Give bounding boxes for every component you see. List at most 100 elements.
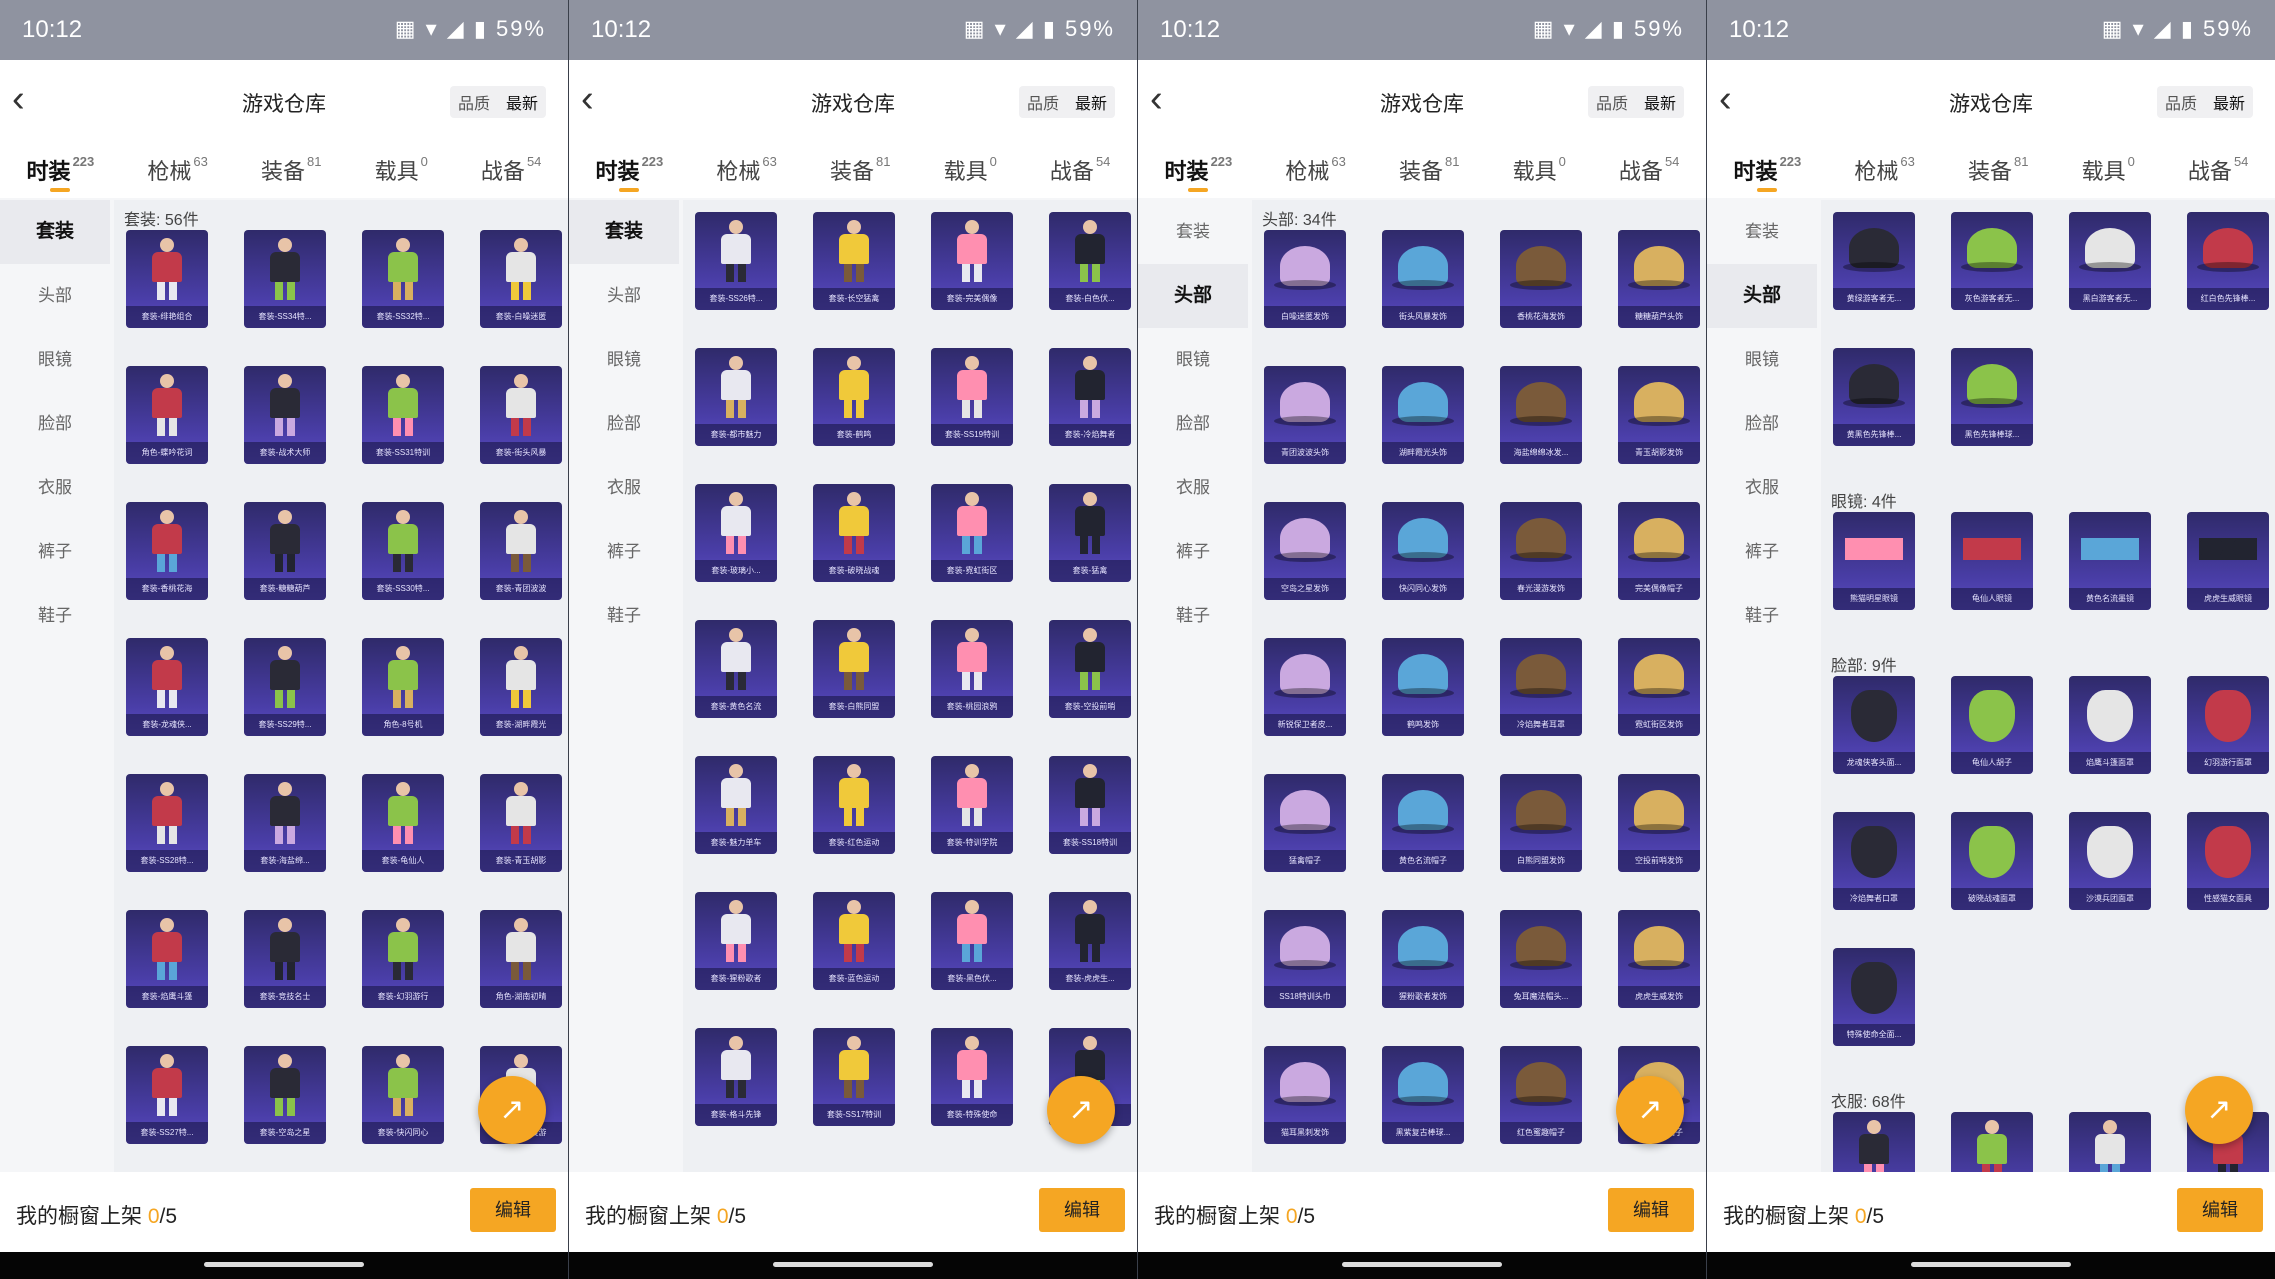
- sort-latest-button[interactable]: 最新: [2205, 86, 2253, 118]
- inventory-item[interactable]: 套装-桃园浪鸦: [931, 620, 1013, 718]
- inventory-item[interactable]: 黄色名流帽子: [1382, 774, 1464, 872]
- inventory-item[interactable]: 破晓战魂面罩: [1951, 812, 2033, 910]
- sort-latest-button[interactable]: 最新: [498, 86, 546, 118]
- inventory-item[interactable]: 套装-SS34特...: [244, 230, 326, 328]
- inventory-item[interactable]: 套装-绯艳组合: [126, 230, 208, 328]
- inventory-item[interactable]: 套装-长空猛禽: [813, 212, 895, 310]
- sidebar-item-5[interactable]: 裤子: [0, 520, 110, 584]
- inventory-item[interactable]: 霓虹街区发饰: [1618, 638, 1700, 736]
- sidebar-item-1[interactable]: 头部: [569, 264, 679, 328]
- inventory-item[interactable]: 套装-SS28特...: [126, 774, 208, 872]
- sidebar-item-2[interactable]: 眼镜: [1138, 328, 1248, 392]
- sidebar-item-2[interactable]: 眼镜: [0, 328, 110, 392]
- sidebar-item-0[interactable]: 套装: [0, 200, 110, 264]
- inventory-item[interactable]: 套装-战术大师: [244, 366, 326, 464]
- tab-2[interactable]: 装备 81: [261, 140, 321, 198]
- inventory-item[interactable]: SS18特训头巾: [1264, 910, 1346, 1008]
- inventory-item[interactable]: 套装-龟仙人: [362, 774, 444, 872]
- sidebar-item-1[interactable]: 头部: [0, 264, 110, 328]
- sort-latest-button[interactable]: 最新: [1067, 86, 1115, 118]
- sort-quality-button[interactable]: 品质: [2157, 86, 2205, 118]
- home-gesture-pill[interactable]: [1911, 1262, 2071, 1267]
- edit-button[interactable]: 编辑: [2177, 1188, 2263, 1232]
- inventory-item[interactable]: 白熊同盟发饰: [1500, 774, 1582, 872]
- inventory-item[interactable]: 套装-都市魅力: [695, 348, 777, 446]
- tab-4[interactable]: 战备 54: [1619, 140, 1679, 198]
- tab-3[interactable]: 载具 0: [1513, 140, 1566, 198]
- inventory-item[interactable]: 套装-SS18特训: [1049, 756, 1131, 854]
- inventory-item[interactable]: 套装-特殊使命: [931, 1028, 1013, 1126]
- inventory-item[interactable]: 套装-快闪同心: [362, 1046, 444, 1144]
- inventory-item[interactable]: 套装-破晓战魂: [813, 484, 895, 582]
- inventory-item[interactable]: 红白色先锋棒...: [2187, 212, 2269, 310]
- inventory-item[interactable]: 白噪迷匿发饰: [1264, 230, 1346, 328]
- inventory-item[interactable]: 角色-8号机: [362, 638, 444, 736]
- inventory-item[interactable]: 幻羽游行面罩: [2187, 676, 2269, 774]
- inventory-item[interactable]: 冷焰舞者口罩: [1833, 812, 1915, 910]
- inventory-item[interactable]: 湖畔霞光头饰: [1382, 366, 1464, 464]
- inventory-item[interactable]: 糖糖葫芦头饰: [1618, 230, 1700, 328]
- inventory-item[interactable]: 套装-猛禽: [1049, 484, 1131, 582]
- tab-3[interactable]: 载具 0: [2082, 140, 2135, 198]
- inventory-item[interactable]: 龙魂侠客头面...: [1833, 676, 1915, 774]
- inventory-item[interactable]: 黄绿游客者无...: [1833, 212, 1915, 310]
- inventory-item[interactable]: 套装-SS31特训: [362, 366, 444, 464]
- inventory-item[interactable]: 套装-SS30特...: [362, 502, 444, 600]
- sort-quality-button[interactable]: 品质: [1588, 86, 1636, 118]
- inventory-item[interactable]: 套装-白熊同盟: [813, 620, 895, 718]
- inventory-item[interactable]: 套装-完美偶像: [931, 212, 1013, 310]
- tab-3[interactable]: 载具 0: [375, 140, 428, 198]
- inventory-item[interactable]: 套装-竞技名士: [244, 910, 326, 1008]
- inventory-item[interactable]: 空岛之星发饰: [1264, 502, 1346, 600]
- sidebar-item-3[interactable]: 脸部: [569, 392, 679, 456]
- sidebar-item-4[interactable]: 衣服: [1138, 456, 1248, 520]
- sort-quality-button[interactable]: 品质: [450, 86, 498, 118]
- inventory-item[interactable]: 青团波波头饰: [1264, 366, 1346, 464]
- inventory-item[interactable]: 春光漫游发饰: [1500, 502, 1582, 600]
- inventory-item[interactable]: 黑白游客者无...: [2069, 212, 2151, 310]
- sidebar-item-0[interactable]: 套装: [1138, 200, 1248, 264]
- sidebar-item-3[interactable]: 脸部: [1138, 392, 1248, 456]
- inventory-item[interactable]: 套装-空岛之星: [244, 1046, 326, 1144]
- edit-button[interactable]: 编辑: [1608, 1188, 1694, 1232]
- inventory-item[interactable]: 套装-香桃花海: [126, 502, 208, 600]
- inventory-item[interactable]: 套装-青玉胡影: [480, 774, 562, 872]
- sidebar-item-4[interactable]: 衣服: [0, 456, 110, 520]
- inventory-item[interactable]: 套装-白噪迷匿: [480, 230, 562, 328]
- inventory-item[interactable]: 套装-空投前哨: [1049, 620, 1131, 718]
- sort-latest-button[interactable]: 最新: [1636, 86, 1684, 118]
- inventory-item[interactable]: 青玉胡影发饰: [1618, 366, 1700, 464]
- edit-button[interactable]: 编辑: [470, 1188, 556, 1232]
- inventory-item[interactable]: 套装-SS26特...: [695, 212, 777, 310]
- inventory-item[interactable]: 套装-红色运动: [813, 756, 895, 854]
- inventory-item[interactable]: 性感猫女面具: [2187, 812, 2269, 910]
- share-fab-button[interactable]: ↗: [2185, 1076, 2253, 1144]
- inventory-item[interactable]: 套装-SS19特训: [931, 348, 1013, 446]
- inventory-item[interactable]: 猫耳黑刺发饰: [1264, 1046, 1346, 1144]
- tab-1[interactable]: 枪械 63: [1854, 140, 1914, 198]
- tab-4[interactable]: 战备 54: [2188, 140, 2248, 198]
- inventory-item[interactable]: 套装-特训学院: [931, 756, 1013, 854]
- inventory-item[interactable]: 套装-霓虹街区: [931, 484, 1013, 582]
- inventory-item[interactable]: 套装-龙魂侠...: [126, 638, 208, 736]
- sidebar-item-0[interactable]: 套装: [569, 200, 679, 264]
- inventory-item[interactable]: 龟仙人眼镜: [1951, 512, 2033, 610]
- tab-1[interactable]: 枪械 63: [147, 140, 207, 198]
- sidebar-item-2[interactable]: 眼镜: [569, 328, 679, 392]
- inventory-item[interactable]: 套装-青团波波: [480, 502, 562, 600]
- inventory-item[interactable]: 黑色先锋棒球...: [1951, 348, 2033, 446]
- inventory-item[interactable]: 角色-湖南初晴: [480, 910, 562, 1008]
- inventory-item[interactable]: 套装-街头风暴: [480, 366, 562, 464]
- sidebar-item-2[interactable]: 眼镜: [1707, 328, 1817, 392]
- sidebar-item-3[interactable]: 脸部: [0, 392, 110, 456]
- sidebar-item-4[interactable]: 衣服: [569, 456, 679, 520]
- tab-1[interactable]: 枪械 63: [716, 140, 776, 198]
- share-fab-button[interactable]: ↗: [478, 1076, 546, 1144]
- inventory-item[interactable]: 猛禽帽子: [1264, 774, 1346, 872]
- sidebar-item-5[interactable]: 裤子: [1138, 520, 1248, 584]
- sidebar-item-6[interactable]: 鞋子: [569, 584, 679, 648]
- home-gesture-pill[interactable]: [773, 1262, 933, 1267]
- inventory-item[interactable]: 套装-格斗先锋: [695, 1028, 777, 1126]
- inventory-item[interactable]: 套装-海盐绵...: [244, 774, 326, 872]
- tab-0[interactable]: 时装 223: [27, 140, 94, 198]
